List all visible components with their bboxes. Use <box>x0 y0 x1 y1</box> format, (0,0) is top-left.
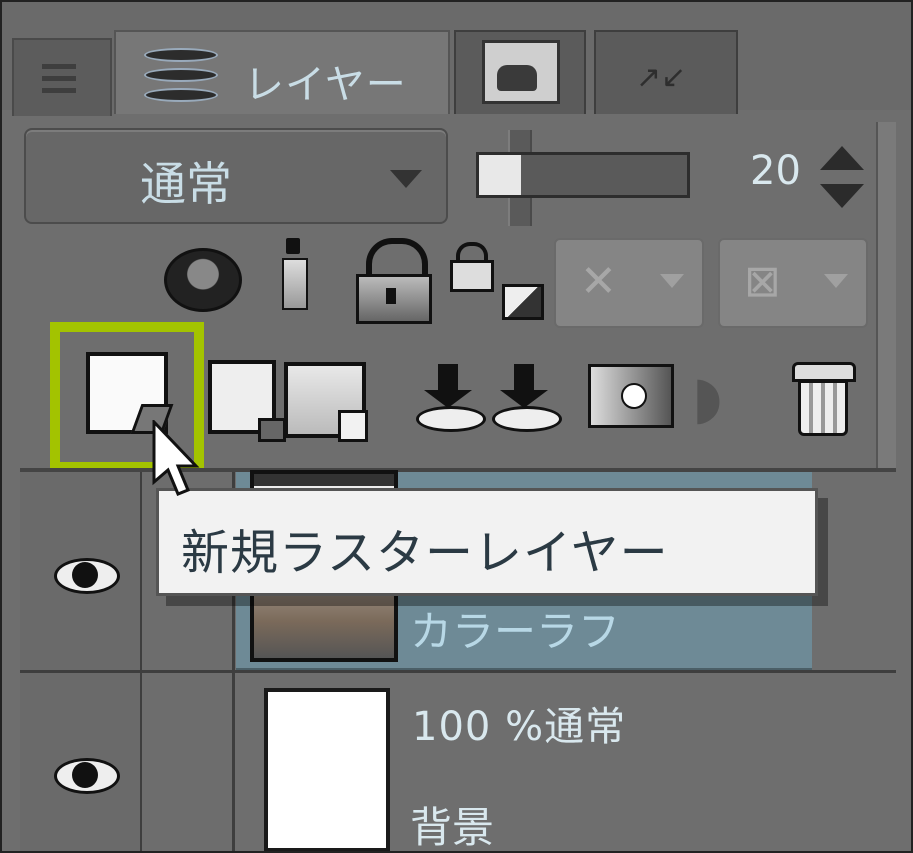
new-layer-folder-icon[interactable] <box>284 362 368 442</box>
delete-layer-icon[interactable] <box>792 362 856 436</box>
tab-other[interactable]: ↗↙ <box>594 30 738 114</box>
panel-scrollbar[interactable] <box>876 122 896 472</box>
tooltip-text: 新規ラスターレイヤー <box>181 525 669 581</box>
lock-layer-icon[interactable] <box>354 238 432 324</box>
visibility-column <box>20 472 143 851</box>
panel-menu-button[interactable] <box>12 38 112 116</box>
merge-down-icon[interactable] <box>492 364 562 432</box>
clipping-icon[interactable] <box>164 248 242 312</box>
layer-thumbnail <box>264 688 390 851</box>
layer-panel: レイヤー ↗↙ 通常 20 ✕ ⊠ ◗ カラーラフ 100 %通常 背景 新規ラ… <box>0 0 913 853</box>
eye-icon[interactable] <box>54 754 120 794</box>
reference-layer-icon[interactable] <box>276 238 310 310</box>
panel-menu-icon <box>42 64 76 94</box>
eye-icon[interactable] <box>54 554 120 594</box>
ruler-icon[interactable]: ◗ <box>692 360 762 434</box>
opacity-decrease-icon[interactable] <box>820 184 864 208</box>
move-arrows-icon: ↗↙ <box>636 60 687 95</box>
image-preview-icon <box>482 40 560 104</box>
blend-mode-value: 通常 <box>140 157 232 211</box>
layer-name: カラーラフ <box>410 607 621 656</box>
opacity-slider-fill <box>479 155 521 195</box>
row-divider <box>20 670 896 673</box>
layer-mask-icon[interactable] <box>588 364 674 428</box>
opacity-slider[interactable] <box>476 152 690 198</box>
tab-layer[interactable]: レイヤー <box>114 30 450 114</box>
layer-name: 背景 <box>410 803 495 852</box>
chevron-down-icon <box>390 170 422 188</box>
tab-layer-label: レイヤー <box>244 62 407 108</box>
masking-dropdown-icon: ✕ <box>580 256 617 307</box>
chevron-down-icon <box>660 274 684 288</box>
masking-dropdown-button[interactable]: ✕ <box>554 238 704 328</box>
transfer-down-icon[interactable] <box>416 364 486 432</box>
chevron-down-icon <box>824 274 848 288</box>
lock-transparent-pixels-icon[interactable] <box>448 242 544 320</box>
ruler-dropdown-icon: ⊠ <box>744 256 781 307</box>
opacity-value[interactable]: 20 <box>750 148 801 194</box>
layer-stack-icon <box>144 46 218 108</box>
panel-tab-bar: レイヤー ↗↙ <box>2 2 911 116</box>
opacity-increase-icon[interactable] <box>820 146 864 170</box>
ruler-dropdown-button[interactable]: ⊠ <box>718 238 868 328</box>
tab-navigator[interactable] <box>454 30 586 114</box>
blend-mode-select[interactable]: 通常 <box>24 128 448 224</box>
new-vector-layer-icon[interactable] <box>208 360 286 442</box>
tooltip: 新規ラスターレイヤー <box>156 488 818 596</box>
layer-opacity-blend: 100 %通常 <box>412 704 627 750</box>
